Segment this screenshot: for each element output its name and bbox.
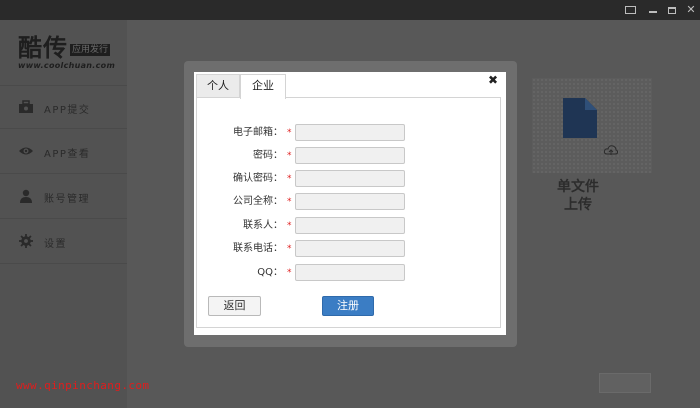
- back-button[interactable]: 返回: [208, 296, 261, 316]
- email-field[interactable]: [295, 124, 405, 141]
- sidebar-item-label: 账号管理: [44, 194, 90, 205]
- company-name-field[interactable]: [295, 193, 405, 210]
- minimize-icon[interactable]: [646, 3, 660, 17]
- contact-person-label: 联系人：: [243, 220, 283, 231]
- upload-label-line: 上传: [564, 197, 592, 213]
- briefcase-icon: [19, 100, 33, 113]
- sidebar-item-app-view[interactable]: APP查看: [0, 130, 127, 174]
- file-icon: [563, 98, 597, 138]
- maximize-icon[interactable]: [665, 3, 679, 17]
- upload-label: 单文件 上传: [545, 178, 611, 214]
- required-mark: *: [287, 244, 292, 254]
- tab-personal[interactable]: 个人: [196, 74, 240, 98]
- sidebar-item-app-submit[interactable]: APP提交: [0, 85, 127, 129]
- logo: 酷传 应用发行 www.coolchuan.com: [18, 34, 118, 74]
- logo-tagline: 应用发行: [70, 44, 111, 56]
- qq-label: QQ：: [257, 267, 283, 278]
- dialog-close-icon[interactable]: ✖: [486, 73, 500, 87]
- required-mark: *: [287, 221, 292, 231]
- tab-company[interactable]: 企业: [240, 74, 286, 99]
- upload-label-line: 单文件: [557, 179, 599, 195]
- contact-person-field[interactable]: [295, 217, 405, 234]
- contact-phone-label: 联系电话：: [233, 243, 283, 254]
- sidebar-item-label: APP查看: [44, 149, 91, 160]
- cloud-upload-icon: [604, 145, 618, 155]
- sidebar: 酷传 应用发行 www.coolchuan.com APP提交 APP查看 账号…: [0, 20, 127, 408]
- password-label: 密码：: [253, 150, 283, 161]
- title-bar: ✕: [0, 0, 700, 20]
- close-icon[interactable]: ✕: [684, 3, 698, 17]
- sidebar-item-label: 设置: [44, 239, 67, 250]
- sidebar-item-account[interactable]: 账号管理: [0, 175, 127, 219]
- eye-icon: [19, 147, 33, 155]
- password-field[interactable]: [295, 147, 405, 164]
- confirm-password-label: 确认密码：: [233, 173, 283, 184]
- user-icon: [20, 189, 32, 203]
- gear-icon: [19, 234, 33, 248]
- register-button[interactable]: 注册: [322, 296, 374, 316]
- message-icon[interactable]: [623, 3, 637, 17]
- confirm-password-field[interactable]: [295, 170, 405, 187]
- company-name-label: 公司全称：: [233, 196, 283, 207]
- contact-phone-field[interactable]: [295, 240, 405, 257]
- logo-text: 酷传: [18, 33, 68, 62]
- watermark: www.qinpinchang.com: [16, 379, 150, 392]
- logo-url: www.coolchuan.com: [18, 61, 116, 70]
- required-mark: *: [287, 174, 292, 184]
- email-label: 电子邮箱：: [233, 127, 283, 138]
- required-mark: *: [287, 128, 292, 138]
- qq-field[interactable]: [295, 264, 405, 281]
- required-mark: *: [287, 268, 292, 278]
- sidebar-item-settings[interactable]: 设置: [0, 220, 127, 264]
- required-mark: *: [287, 197, 292, 207]
- sidebar-item-label: APP提交: [44, 105, 91, 116]
- required-mark: *: [287, 151, 292, 161]
- upload-button[interactable]: [599, 373, 651, 393]
